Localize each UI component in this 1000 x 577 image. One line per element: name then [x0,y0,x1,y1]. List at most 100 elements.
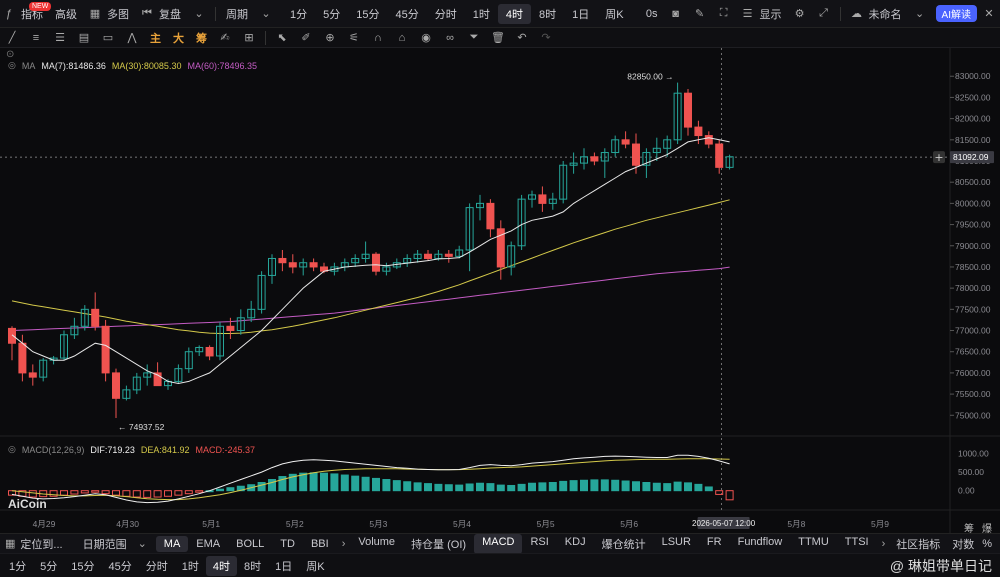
tab-period-bottom-9[interactable]: 周K [299,556,331,576]
tab-sub-indicator-10[interactable]: TTSI [837,534,877,554]
candle-body [538,194,547,204]
chevron-right-icon[interactable]: › [342,538,346,550]
dif-readout: DIF:719.23 [90,444,135,455]
eye-icon[interactable]: ◉ [419,31,433,44]
new-badge: NEW [29,1,52,11]
tab-period-bottom-2[interactable]: 15分 [64,556,101,576]
camera-icon[interactable]: ◙ [669,8,683,20]
link-icon[interactable]: ∞ [443,32,457,44]
tab-period-bottom-6[interactable]: 4时 [205,555,237,576]
tab-sub-indicator-3[interactable]: RSI [522,534,556,554]
chevron-down-icon[interactable]: ⌄ [192,7,206,20]
grid-icon[interactable]: ⊞ [242,31,256,44]
tab-sub-indicator-0[interactable]: Volume [350,534,403,554]
advanced-button[interactable]: 高级 [49,6,83,22]
chevron-down-icon[interactable]: ⌄ [259,7,273,20]
tab-period-3[interactable]: 45分 [388,4,427,24]
tab-sub-indicator-8[interactable]: Fundflow [730,534,791,554]
tab-period-6[interactable]: 4时 [497,3,531,24]
fib-tool-icon[interactable]: ▤ [77,31,91,44]
list-lines-icon[interactable]: ☰ [53,31,67,44]
chevron-down-icon[interactable]: ⌄ [138,537,147,550]
candlestick-chart[interactable]: 83000.0082500.0082000.0081500.0081000.00… [0,48,1000,533]
settings-icon[interactable]: ⊙ [6,49,14,60]
tab-period-4[interactable]: 分时 [427,4,465,24]
time-tick-label: 5月2 [286,519,304,529]
layout-name-select[interactable]: 未命名 [869,6,908,22]
tab-main-indicator-1[interactable]: EMA [188,536,228,552]
price-tick-label: 83000.00 [955,71,991,81]
horizontal-lines-icon[interactable]: ≡ [29,32,43,44]
display-button[interactable]: 显示 [760,6,788,22]
tab-period-bottom-1[interactable]: 5分 [33,556,64,576]
log-scale-toggle[interactable]: 对数 [946,536,980,552]
indicator-button[interactable]: 指标 NEW [21,1,52,22]
tab-sub-indicator-1[interactable]: 持仓量 (OI) [403,534,474,554]
replay-button[interactable]: 复盘 [159,6,187,22]
tab-sub-indicator-2[interactable]: MACD [474,533,523,554]
tab-period-8[interactable]: 1日 [564,4,597,24]
tab-sub-indicator-4[interactable]: KDJ [557,534,594,554]
tab-period-bottom-7[interactable]: 8时 [237,556,268,576]
tab-period-bottom-8[interactable]: 1日 [268,556,299,576]
filter-icon[interactable]: ⏷ [467,31,481,44]
tab-period-9[interactable]: 周K [597,4,631,24]
auto-scale-toggle[interactable]: 自动 [994,536,1000,552]
expand-icon[interactable]: ⤢ [817,7,831,20]
locate-button[interactable]: 定位到... [20,536,68,552]
fullscreen-icon[interactable]: ⛶ [717,7,731,20]
tab-period-bottom-5[interactable]: 1时 [175,556,206,576]
tab-period-5[interactable]: 1时 [465,4,498,24]
edit-icon[interactable]: ✍ [218,31,232,44]
tab-period-bottom-0[interactable]: 1分 [2,556,33,576]
undo-icon[interactable]: ↶ [515,31,529,44]
main-force-button[interactable]: 主 [150,30,161,46]
pen-icon[interactable]: ✎ [693,7,707,20]
tab-period-2[interactable]: 15分 [348,4,387,24]
period-select[interactable]: 周期 [220,6,254,22]
chip-button[interactable]: 筹 [196,30,207,46]
trash-icon[interactable]: 🗑 [491,31,505,44]
candle-body [309,262,318,268]
pattern-tool-icon[interactable]: ⋀ [125,31,139,44]
line-tool-icon[interactable]: ╱ [5,31,19,44]
ruler-icon[interactable]: ⚟ [347,31,361,44]
tab-sub-indicator-5[interactable]: 爆仓统计 [594,534,654,554]
gear-icon[interactable]: ⚙ [793,7,807,20]
tab-sub-indicator-7[interactable]: FR [699,534,730,554]
tab-period-bottom-3[interactable]: 45分 [102,556,139,576]
lock-icon[interactable]: ⌂ [395,32,409,44]
tab-period-bottom-4[interactable]: 分时 [139,556,175,576]
big-order-button[interactable]: 大 [173,30,184,46]
brush-icon[interactable]: ✐ [299,31,313,44]
community-indicator-button[interactable]: 社区指标 [890,536,946,552]
macd-bar [382,479,391,492]
tab-period-1[interactable]: 5分 [315,4,348,24]
redo-icon[interactable]: ↷ [539,31,553,44]
close-icon[interactable]: ✕ [982,7,996,20]
percent-toggle[interactable]: % [980,538,994,550]
date-range-select[interactable]: 日期范围 [77,536,133,552]
multi-chart-button[interactable]: 多图 [107,6,135,22]
macd-bar [257,481,266,492]
ai-interpret-button[interactable]: AI解读 [935,5,977,22]
tab-main-indicator-0[interactable]: MA [155,535,189,552]
rectangle-tool-icon[interactable]: ▭ [101,31,115,44]
tab-sub-indicator-6[interactable]: LSUR [654,534,699,554]
tab-period-0[interactable]: 1分 [282,4,315,24]
macd-bar [340,474,349,492]
chevron-down-icon[interactable]: ⌄ [913,7,927,20]
tab-sub-indicator-9[interactable]: TTMU [790,534,837,554]
tab-main-indicator-4[interactable]: BBI [303,536,337,552]
eye-icon[interactable]: ◎ [8,444,16,455]
magnet-icon[interactable]: ∩ [371,32,385,44]
zoom-icon[interactable]: ⊕ [323,31,337,44]
indicator-icon[interactable]: ƒ [2,8,16,20]
cursor-icon[interactable]: ⬉ [275,31,289,44]
tab-main-indicator-3[interactable]: TD [272,536,303,552]
tab-main-indicator-2[interactable]: BOLL [228,536,272,552]
chevron-right-icon[interactable]: › [882,538,886,550]
chart-area[interactable]: 83000.0082500.0082000.0081500.0081000.00… [0,48,1000,535]
eye-icon[interactable]: ◎ [8,60,16,71]
tab-period-7[interactable]: 8时 [531,4,564,24]
